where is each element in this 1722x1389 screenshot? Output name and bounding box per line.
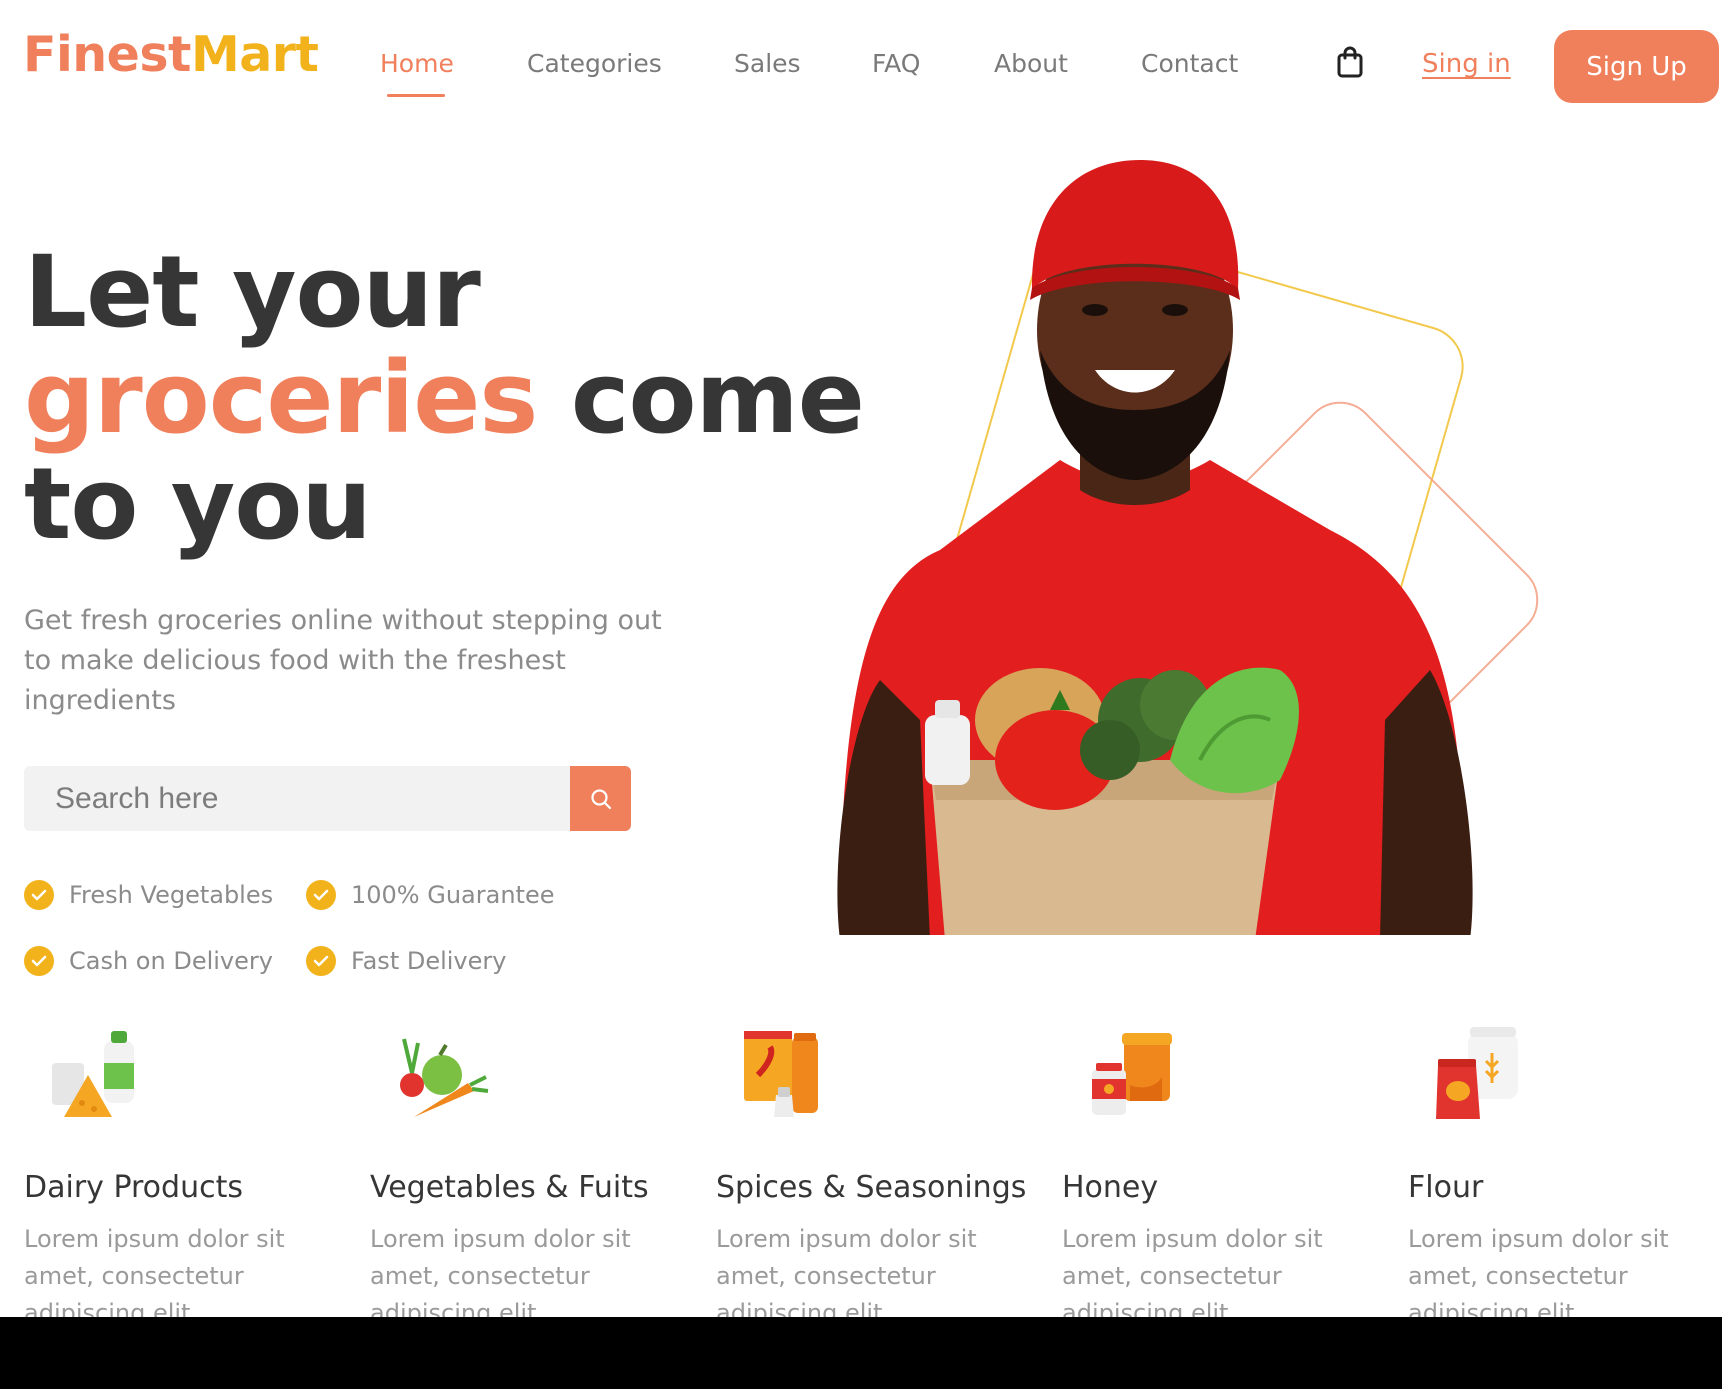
category-title: Honey (1062, 1170, 1159, 1205)
feature-label: 100% Guarantee (351, 881, 555, 909)
hero-headline-line2: groceries come (24, 346, 865, 452)
hero-headline: Let your groceries come to you (24, 235, 865, 562)
hero-headline-line1: Let your (24, 235, 481, 350)
feature-item: Fast Delivery (306, 946, 506, 976)
category-title: Dairy Products (24, 1170, 243, 1205)
landing-page: FinestMart Home Categories Sales FAQ Abo… (0, 0, 1722, 1317)
category-description: Lorem ipsum dolor sit amet, consectetur … (1062, 1225, 1323, 1317)
category-card[interactable]: Honey Lorem ipsum dolor sit amet, consec… (1062, 1025, 1382, 1317)
nav-about[interactable]: About (994, 51, 1068, 76)
category-card[interactable]: Vegetables & Fuits Lorem ipsum dolor sit… (370, 1025, 690, 1317)
nav-home[interactable]: Home (380, 51, 454, 76)
hero-headline-line3: to you (24, 447, 372, 562)
shopping-bag-icon[interactable] (1337, 46, 1363, 78)
nav-active-indicator (387, 94, 445, 97)
feature-label: Cash on Delivery (69, 947, 273, 975)
hero-headline-accent: groceries (24, 341, 538, 456)
feature-item: 100% Guarantee (306, 880, 554, 910)
category-description: Lorem ipsum dolor sit amet, consectetur … (1408, 1225, 1669, 1317)
check-circle-icon (306, 880, 336, 910)
category-card[interactable]: Spices & Seasonings Lorem ipsum dolor si… (716, 1025, 1036, 1317)
hero-image (810, 160, 1570, 960)
signup-button[interactable]: Sign Up (1554, 30, 1719, 103)
honey-icon (1092, 1033, 1172, 1115)
category-title: Vegetables & Fuits (370, 1170, 649, 1205)
category-title: Spices & Seasonings (716, 1170, 1027, 1205)
category-description: Lorem ipsum dolor sit amet, consectetur … (24, 1225, 285, 1317)
check-circle-icon (24, 946, 54, 976)
spices-icon (744, 1031, 818, 1117)
signin-link[interactable]: Sing in (1422, 51, 1511, 77)
nav-contact[interactable]: Contact (1141, 51, 1238, 76)
dairy-icon (52, 1031, 134, 1117)
category-description: Lorem ipsum dolor sit amet, consectetur … (370, 1225, 631, 1317)
feature-label: Fresh Vegetables (69, 881, 274, 909)
nav-faq[interactable]: FAQ (872, 51, 920, 76)
feature-item: Cash on Delivery (24, 946, 273, 976)
category-card[interactable]: Dairy Products Lorem ipsum dolor sit ame… (24, 1025, 344, 1317)
feature-item: Fresh Vegetables (24, 880, 273, 910)
check-circle-icon (24, 880, 54, 910)
search-button[interactable] (570, 766, 631, 831)
category-card[interactable]: Flour Lorem ipsum dolor sit amet, consec… (1408, 1025, 1722, 1317)
search-icon (590, 788, 611, 809)
logo-part-mart: Mart (190, 26, 319, 83)
bottom-black-bar (0, 1317, 1722, 1389)
flour-icon (1436, 1027, 1518, 1119)
logo-part-finest: Finest (23, 26, 191, 83)
search-bar (24, 766, 631, 831)
category-description: Lorem ipsum dolor sit amet, consectetur … (716, 1225, 977, 1317)
brand-logo[interactable]: FinestMart (23, 30, 319, 79)
check-circle-icon (306, 946, 336, 976)
hero-subtitle: Get fresh groceries online without stepp… (24, 605, 662, 716)
feature-label: Fast Delivery (351, 947, 507, 975)
category-title: Flour (1408, 1170, 1484, 1205)
vegetables-icon (400, 1038, 489, 1117)
nav-sales[interactable]: Sales (734, 51, 801, 76)
nav-categories[interactable]: Categories (527, 51, 662, 76)
search-input[interactable] (24, 766, 569, 831)
